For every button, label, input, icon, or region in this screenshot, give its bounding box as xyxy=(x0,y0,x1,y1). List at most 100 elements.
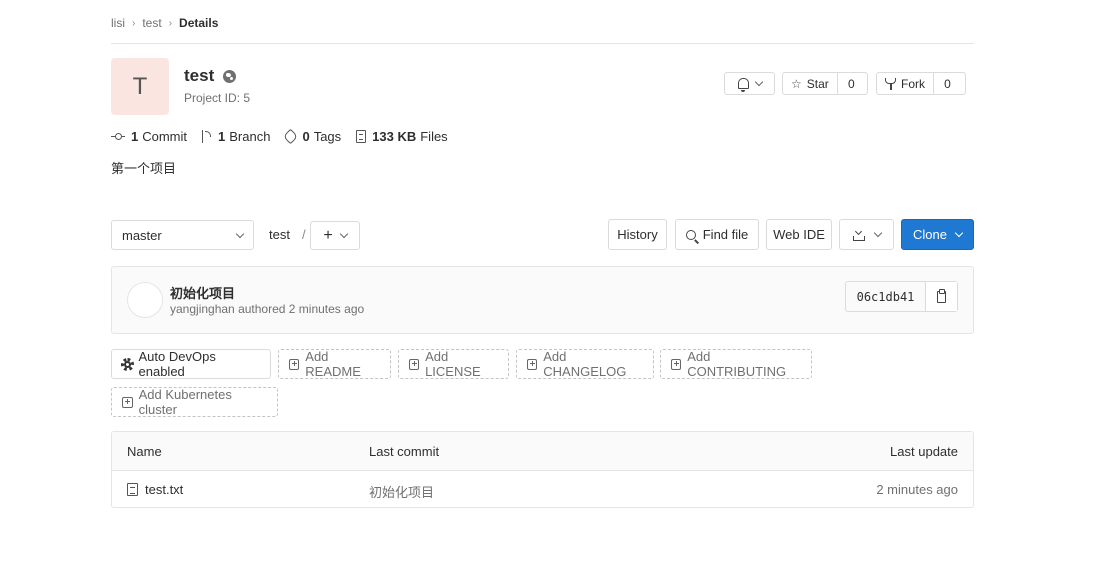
repo-path: test / xyxy=(269,227,306,242)
download-icon xyxy=(852,229,865,241)
add-contributing-button[interactable]: Add CONTRIBUTING xyxy=(660,349,812,379)
project-avatar: T xyxy=(111,58,169,115)
project-title: test xyxy=(184,66,237,86)
gear-icon xyxy=(121,357,134,371)
table-row[interactable]: test.txt 初始化项目 2 minutes ago xyxy=(112,471,973,508)
star-label: Star xyxy=(806,76,829,91)
file-text-icon xyxy=(127,483,138,496)
plus-square-icon xyxy=(671,358,682,370)
project-stats: 1 Commit 1 Branch 0 Tags 133 KB Files xyxy=(111,128,463,145)
auto-devops-button[interactable]: Auto DevOps enabled xyxy=(111,349,271,379)
header-last-update: Last update xyxy=(890,444,958,459)
path-separator: / xyxy=(301,227,306,242)
divider xyxy=(111,43,974,44)
star-count[interactable]: 0 xyxy=(836,73,865,94)
fork-count[interactable]: 0 xyxy=(933,73,961,94)
plus-square-icon xyxy=(122,396,133,408)
globe-icon xyxy=(223,69,237,83)
branch-icon xyxy=(202,130,212,143)
file-name-cell[interactable]: test.txt xyxy=(127,482,183,497)
notification-button[interactable] xyxy=(724,72,775,95)
stat-value: 1 xyxy=(218,129,226,144)
stat-value: 0 xyxy=(302,129,310,144)
web-ide-button[interactable]: Web IDE xyxy=(766,219,832,250)
history-button[interactable]: History xyxy=(608,219,667,250)
chevron-right-icon: › xyxy=(168,17,173,29)
add-license-label: Add LICENSE xyxy=(425,349,481,379)
plus-square-icon xyxy=(289,358,300,370)
project-description: 第一个项目 xyxy=(111,161,177,176)
stat-files[interactable]: 133 KB Files xyxy=(356,129,448,144)
commit-author[interactable]: yangjinghan xyxy=(170,302,235,316)
clipboard-icon xyxy=(937,288,946,303)
breadcrumb-item-lisi[interactable]: lisi xyxy=(111,16,125,30)
download-button[interactable] xyxy=(839,219,894,250)
file-tree-table: Name Last commit Last update test.txt 初始… xyxy=(111,431,974,508)
stat-tags[interactable]: 0 Tags xyxy=(283,128,342,145)
fork-label: Fork xyxy=(901,76,925,91)
stat-branches[interactable]: 1 Branch xyxy=(202,129,270,144)
add-changelog-button[interactable]: Add CHANGELOG xyxy=(516,349,654,379)
commit-icon xyxy=(111,132,125,141)
copy-sha-button[interactable] xyxy=(925,282,957,311)
stat-label: Files xyxy=(420,129,448,144)
breadcrumb-current[interactable]: Details xyxy=(179,16,218,30)
last-commit-panel: 初始化项目 yangjinghan authored 2 minutes ago… xyxy=(111,266,974,334)
stat-label: Commit xyxy=(142,129,188,144)
fork-button-group: Fork 0 xyxy=(876,72,966,95)
clone-button[interactable]: Clone xyxy=(901,219,974,250)
plus-icon: + xyxy=(323,226,333,244)
clone-label: Clone xyxy=(913,227,947,242)
plus-square-icon xyxy=(527,358,538,370)
chevron-down-icon xyxy=(954,228,964,238)
file-last-commit[interactable]: 初始化项目 xyxy=(369,482,434,501)
project-avatar-letter: T xyxy=(132,72,148,100)
commit-time: authored 2 minutes ago xyxy=(238,302,365,316)
commit-sha[interactable]: 06c1db41 xyxy=(846,282,925,311)
file-icon xyxy=(356,130,367,143)
chevron-down-icon xyxy=(754,77,763,87)
chevron-down-icon xyxy=(873,228,882,238)
add-changelog-label: Add CHANGELOG xyxy=(543,349,627,379)
commit-meta: yangjinghan authored 2 minutes ago xyxy=(170,302,364,316)
add-readme-button[interactable]: Add README xyxy=(278,349,391,379)
breadcrumb: lisi › test › Details xyxy=(111,14,218,32)
file-last-update: 2 minutes ago xyxy=(876,482,958,497)
add-readme-label: Add README xyxy=(305,349,361,379)
star-button[interactable]: ☆ Star xyxy=(783,73,837,94)
auto-devops-label: Auto DevOps enabled xyxy=(138,349,216,379)
project-id: Project ID: 5 xyxy=(184,91,251,105)
file-name[interactable]: test.txt xyxy=(145,482,183,497)
fork-icon xyxy=(885,77,896,90)
add-kubernetes-cluster-button[interactable]: Add Kubernetes cluster xyxy=(111,387,278,417)
stat-label: Tags xyxy=(313,129,342,144)
search-icon xyxy=(685,229,696,240)
star-button-group: ☆ Star 0 xyxy=(782,72,868,95)
find-file-label: Find file xyxy=(702,227,749,242)
commit-sha-group: 06c1db41 xyxy=(845,281,958,312)
fork-button[interactable]: Fork xyxy=(877,73,933,94)
table-header: Name Last commit Last update xyxy=(112,432,973,471)
breadcrumb-item-test[interactable]: test xyxy=(142,16,161,30)
repo-path-root[interactable]: test xyxy=(269,227,290,242)
stat-label: Branch xyxy=(229,129,271,144)
branch-select-value: master xyxy=(122,227,162,243)
branch-select[interactable]: master xyxy=(111,220,254,250)
add-license-button[interactable]: Add LICENSE xyxy=(398,349,509,379)
stat-value: 1 xyxy=(131,129,139,144)
stat-value: 133 KB xyxy=(372,129,417,144)
add-kubernetes-cluster-label: Add Kubernetes cluster xyxy=(138,387,232,417)
header-name: Name xyxy=(127,444,162,459)
find-file-button[interactable]: Find file xyxy=(675,219,759,250)
bell-icon xyxy=(737,78,749,92)
stat-commits[interactable]: 1 Commit xyxy=(111,129,187,144)
avatar[interactable] xyxy=(127,282,163,318)
tag-icon xyxy=(283,128,299,145)
header-last-commit: Last commit xyxy=(369,444,440,459)
plus-square-icon xyxy=(409,358,420,370)
chevron-right-icon: › xyxy=(132,17,136,29)
add-contributing-label: Add CONTRIBUTING xyxy=(687,349,787,379)
commit-title[interactable]: 初始化项目 xyxy=(170,283,235,302)
add-to-tree-button[interactable]: + xyxy=(310,221,360,250)
star-icon: ☆ xyxy=(791,76,802,91)
